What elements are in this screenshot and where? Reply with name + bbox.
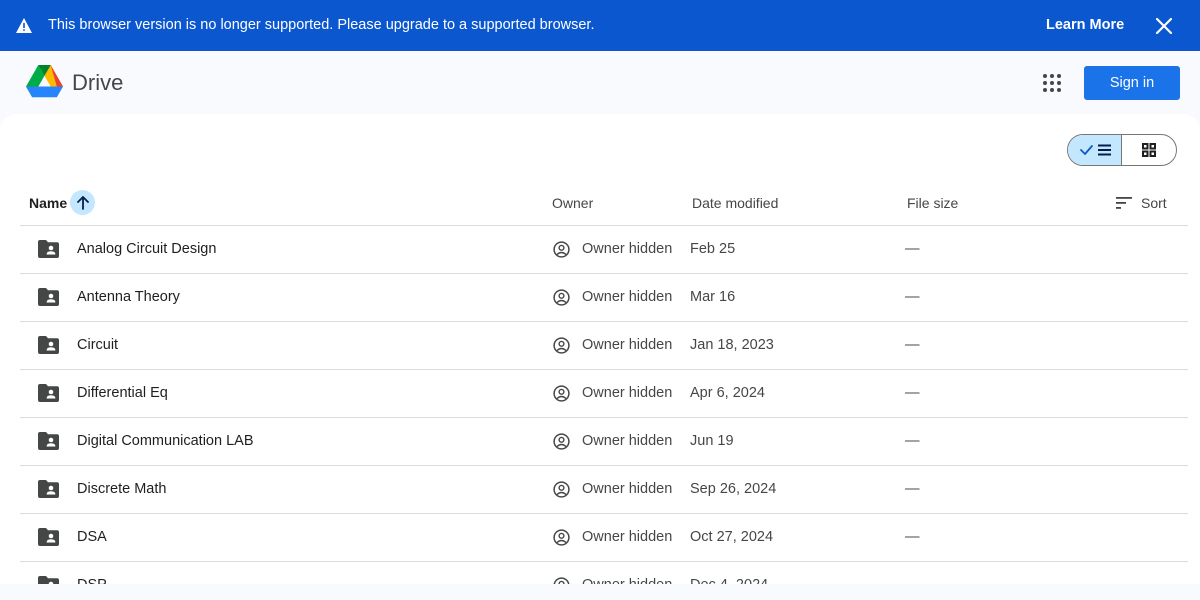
check-list-icon [1079, 144, 1111, 156]
file-row[interactable]: DSP Owner hidden Dec 4, 2024 — [20, 562, 1188, 584]
file-date-modified: Sep 26, 2024 [690, 481, 777, 497]
shared-folder-icon [38, 336, 59, 354]
file-date-modified: Jan 18, 2023 [690, 337, 774, 353]
file-row[interactable]: Antenna Theory Owner hidden Mar 16 — [20, 274, 1188, 322]
file-date-modified: Dec 4, 2024 [690, 577, 768, 584]
file-row[interactable]: DSA Owner hidden Oct 27, 2024 — [20, 514, 1188, 562]
file-owner: Owner hidden [582, 529, 673, 545]
file-size: — [905, 385, 920, 401]
learn-more-link[interactable]: Learn More [1046, 17, 1124, 33]
warning-icon [16, 18, 32, 33]
banner-message: This browser version is no longer suppor… [48, 17, 595, 33]
file-date-modified: Apr 6, 2024 [690, 385, 765, 401]
column-file-size: File size [907, 195, 959, 211]
grid-view-icon [1142, 143, 1156, 157]
sort-direction-button[interactable] [70, 190, 95, 215]
file-size: — [905, 289, 920, 305]
arrow-up-icon [76, 195, 89, 210]
close-icon[interactable] [1154, 16, 1174, 36]
list-view-button[interactable] [1068, 135, 1123, 165]
file-size: — [905, 241, 920, 257]
shared-folder-icon [38, 432, 59, 450]
file-name: Antenna Theory [77, 289, 180, 305]
file-name: DSA [77, 529, 107, 545]
file-owner: Owner hidden [582, 289, 673, 305]
file-date-modified: Feb 25 [690, 241, 736, 257]
unsupported-browser-banner: This browser version is no longer suppor… [0, 0, 1200, 51]
account-circle-icon [553, 481, 570, 498]
shared-folder-icon [38, 480, 59, 498]
account-circle-icon [553, 529, 570, 546]
account-circle-icon [553, 337, 570, 354]
file-name: Digital Communication LAB [77, 433, 254, 449]
app-name[interactable]: Drive [72, 70, 123, 96]
account-circle-icon [553, 241, 570, 258]
file-size: — [905, 337, 920, 353]
file-row[interactable]: Differential Eq Owner hidden Apr 6, 2024 — [20, 370, 1188, 418]
drive-logo-icon[interactable] [26, 65, 63, 98]
shared-folder-icon [38, 576, 59, 584]
file-date-modified: Mar 16 [690, 289, 736, 305]
file-owner: Owner hidden [582, 433, 673, 449]
file-owner: Owner hidden [582, 241, 673, 257]
file-row[interactable]: Circuit Owner hidden Jan 18, 2023 — [20, 322, 1188, 370]
column-date-modified: Date modified [692, 195, 779, 211]
file-owner: Owner hidden [582, 337, 673, 353]
file-row[interactable]: Digital Communication LAB Owner hidden Jun… [20, 418, 1188, 466]
file-list-panel: Name Owner Date modified File size Sort … [0, 114, 1200, 584]
apps-grid-icon[interactable] [1042, 73, 1062, 93]
view-toggle [1067, 134, 1177, 166]
app-header: Drive Sign in [0, 51, 1200, 113]
sort-icon [1116, 197, 1132, 209]
file-row[interactable]: Discrete Math Owner hidden Sep 26, 2024 — [20, 466, 1188, 514]
file-owner: Owner hidden [582, 577, 672, 584]
account-circle-icon [553, 577, 570, 584]
file-date-modified: Oct 27, 2024 [690, 529, 774, 545]
account-circle-icon [553, 385, 570, 402]
file-name: Differential Eq [77, 385, 168, 401]
file-size: — [905, 529, 920, 545]
file-name: Circuit [77, 337, 119, 353]
column-owner: Owner [552, 195, 594, 211]
file-size: — [905, 481, 920, 497]
file-date-modified: Jun 19 [690, 433, 734, 449]
shared-folder-icon [38, 240, 59, 258]
shared-folder-icon [38, 288, 59, 306]
account-circle-icon [553, 289, 570, 306]
shared-folder-icon [38, 528, 59, 546]
file-owner: Owner hidden [582, 481, 673, 497]
file-owner: Owner hidden [582, 385, 673, 401]
file-list-header: Name Owner Date modified File size Sort [20, 184, 1188, 226]
shared-folder-icon [38, 384, 59, 402]
file-size: — [905, 577, 920, 584]
file-size: — [905, 433, 920, 449]
file-name: Analog Circuit Design [77, 241, 217, 257]
sign-in-button[interactable]: Sign in [1084, 66, 1180, 100]
sort-label: Sort [1141, 195, 1167, 211]
sort-button[interactable]: Sort [1116, 195, 1167, 211]
file-name: DSP [77, 577, 107, 584]
grid-view-button[interactable] [1122, 135, 1176, 165]
file-row[interactable]: Analog Circuit Design Owner hidden Feb 25 — [20, 226, 1188, 274]
account-circle-icon [553, 433, 570, 450]
file-name: Discrete Math [77, 481, 167, 497]
column-name[interactable]: Name [29, 195, 67, 211]
